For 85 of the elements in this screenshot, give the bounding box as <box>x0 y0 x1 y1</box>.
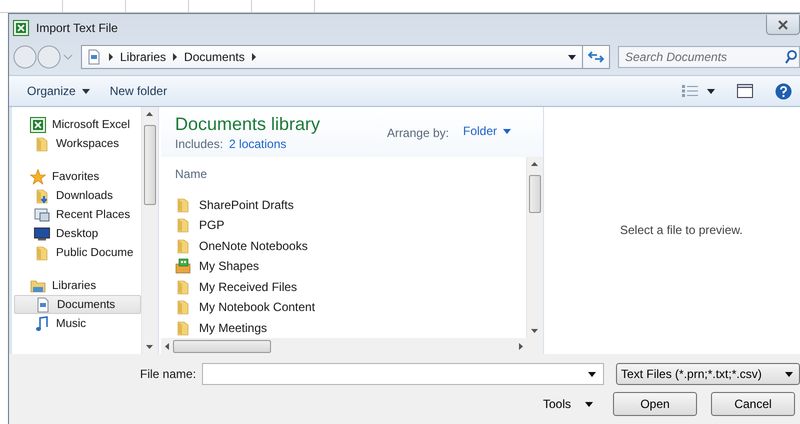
library-title: Documents library <box>175 114 322 135</box>
music-note-icon <box>34 316 50 332</box>
scroll-left-icon[interactable] <box>165 342 169 350</box>
breadcrumb[interactable]: Documents <box>184 50 245 64</box>
scroll-up-icon[interactable] <box>531 162 538 166</box>
desktop-icon <box>34 226 50 242</box>
preview-pane-icon[interactable] <box>737 84 753 98</box>
nav-item[interactable]: Public Docume <box>14 243 141 262</box>
window-title: Import Text File <box>36 21 118 35</box>
nav-item[interactable]: Recent Places <box>14 205 141 224</box>
includes-label: Includes: <box>175 137 224 151</box>
file-item[interactable]: My Meetings <box>175 318 268 338</box>
document-icon <box>86 49 102 65</box>
dialog-button[interactable]: Open <box>613 392 698 416</box>
address-bar[interactable]: Libraries Documents <box>81 45 610 69</box>
folder-icon <box>175 196 191 213</box>
dropdown-icon[interactable] <box>568 54 576 60</box>
arrange-label: Arrange by: <box>386 126 449 140</box>
folder-icon <box>175 320 191 336</box>
file-name-label: File name: <box>140 367 196 381</box>
star-icon <box>30 168 46 184</box>
nav-item[interactable]: Desktop <box>14 224 141 243</box>
scroll-down-icon[interactable] <box>531 329 538 333</box>
dropdown-icon <box>785 372 793 376</box>
nav-item[interactable]: Workspaces <box>14 134 141 153</box>
scrollbar[interactable] <box>526 156 543 338</box>
spreadsheet-app-icon <box>30 116 46 132</box>
chevron-icon <box>172 53 178 61</box>
file-item[interactable]: My Notebook Content <box>175 297 316 318</box>
nav-item[interactable]: Libraries <box>12 276 141 295</box>
locations-link[interactable]: 2 locations <box>229 137 286 151</box>
search-icon <box>785 50 797 64</box>
scroll-thumb[interactable] <box>173 340 271 352</box>
document-icon <box>35 296 51 312</box>
breadcrumb[interactable]: Libraries <box>120 50 166 64</box>
file-name-field[interactable] <box>202 363 604 385</box>
dropdown-icon <box>82 88 90 94</box>
arrange-dropdown[interactable]: Folder <box>462 124 511 138</box>
close-button[interactable] <box>766 15 800 35</box>
folder-icon <box>175 278 191 295</box>
toolbar-button[interactable]: Organize <box>21 80 96 102</box>
scroll-down-icon[interactable] <box>146 345 153 349</box>
dropdown-icon[interactable] <box>588 372 596 377</box>
dialog-button[interactable]: Cancel <box>711 392 796 416</box>
download-folder-icon <box>34 188 50 204</box>
dropdown-icon <box>503 128 511 134</box>
scroll-up-icon[interactable] <box>146 112 153 116</box>
file-item[interactable]: PGP <box>175 215 224 236</box>
nav-item[interactable]: Microsoft Excel <box>12 115 141 134</box>
help-icon[interactable] <box>775 82 792 100</box>
scroll-thumb[interactable] <box>529 174 541 212</box>
tools-menu[interactable]: Tools <box>539 393 598 415</box>
toolbar-button[interactable]: New folder <box>104 80 174 102</box>
file-item[interactable]: My Received Files <box>175 276 298 297</box>
column-header[interactable]: Name <box>175 160 208 186</box>
folder-icon <box>34 136 50 152</box>
view-options-icon[interactable] <box>681 84 699 98</box>
shapes-folder-icon <box>175 258 191 274</box>
search-field[interactable]: Search Documents <box>618 46 800 68</box>
horizontal-scrollbar[interactable] <box>161 338 543 354</box>
folder-icon <box>34 244 50 260</box>
nav-item[interactable]: Music <box>14 314 141 333</box>
scroll-right-icon[interactable] <box>519 342 523 350</box>
file-item[interactable]: SharePoint Drafts <box>175 194 294 215</box>
chevron-icon <box>108 53 114 61</box>
folder-icon <box>175 238 191 254</box>
preview-message: Select a file to preview. <box>620 222 743 236</box>
dropdown-icon <box>585 402 594 406</box>
nav-item[interactable]: Favorites <box>12 167 141 186</box>
nav-item[interactable]: Documents <box>14 295 141 314</box>
close-icon <box>777 20 789 30</box>
file-item[interactable]: OneNote Notebooks <box>175 236 308 256</box>
scroll-thumb[interactable] <box>144 125 156 205</box>
file-item[interactable]: My Shapes <box>175 256 260 276</box>
file-type-dropdown[interactable]: Text Files (*.prn;*.txt;*.csv) <box>616 363 800 385</box>
folder-icon <box>175 217 191 234</box>
chevron-icon <box>250 53 257 61</box>
nav-item[interactable]: Downloads <box>14 186 141 205</box>
spreadsheet-app-icon <box>13 20 29 36</box>
dropdown-icon[interactable] <box>707 88 715 94</box>
scrollbar[interactable] <box>141 107 158 354</box>
refresh-icon[interactable] <box>588 50 604 64</box>
library-icon <box>30 278 46 294</box>
recent-places-icon <box>34 206 50 222</box>
folder-icon <box>175 299 191 316</box>
